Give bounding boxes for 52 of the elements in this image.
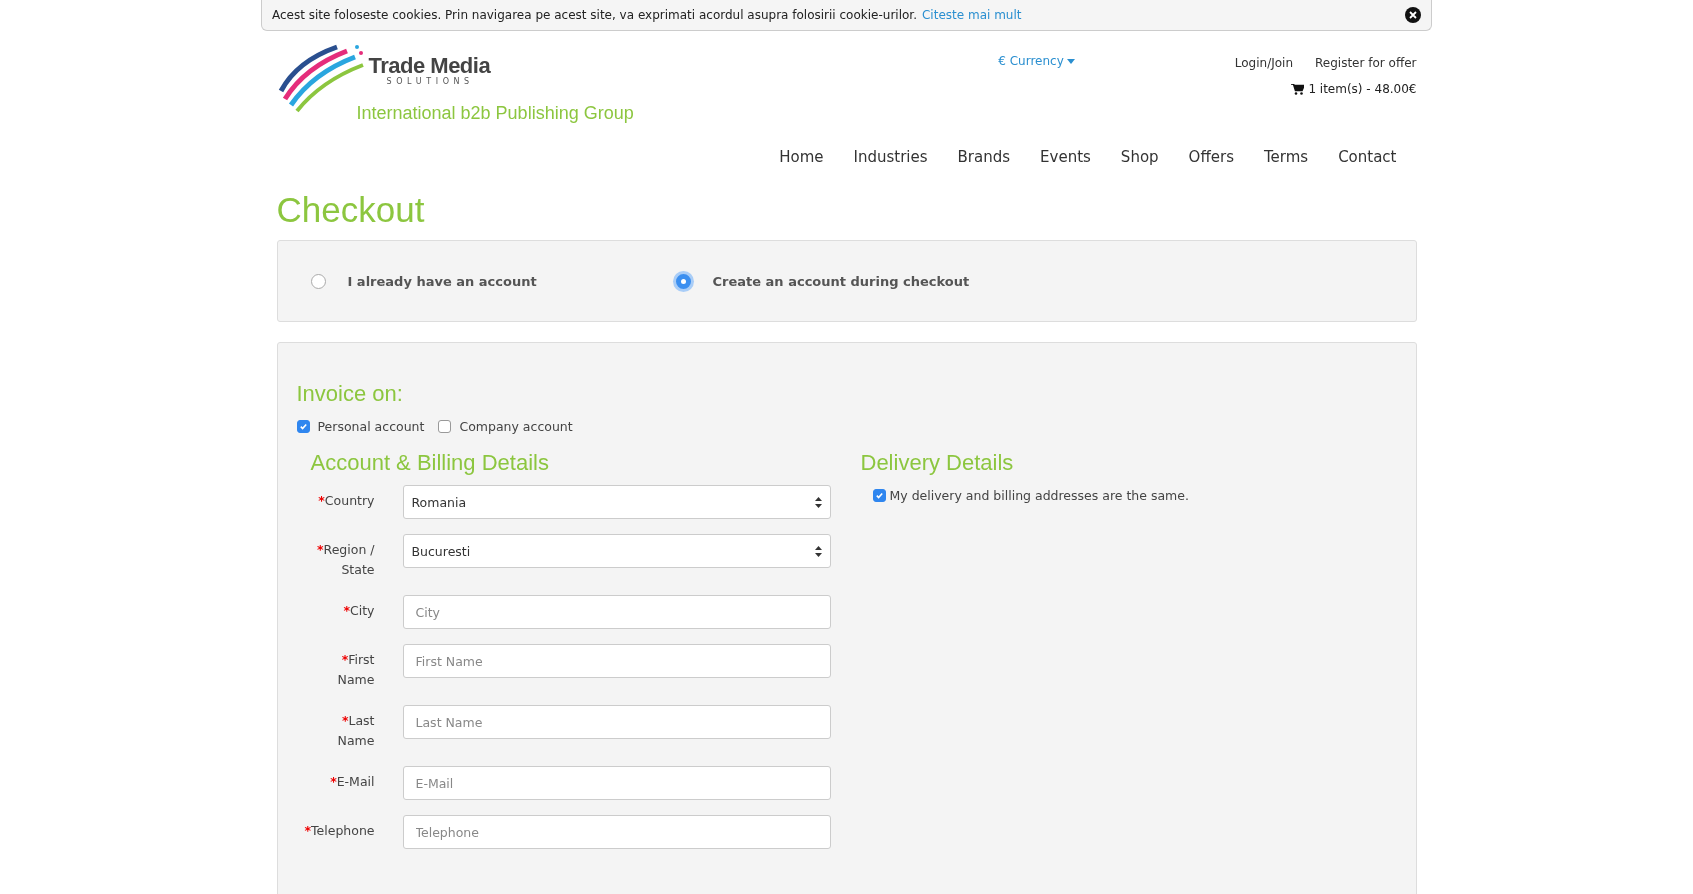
checkbox-label: My delivery and billing addresses are the same. xyxy=(889,488,1189,503)
nav-link[interactable]: Contact xyxy=(1338,148,1397,166)
field-label: *Telephone xyxy=(304,822,375,840)
updown-arrows-icon xyxy=(814,545,822,557)
header-link[interactable]: Login/Join xyxy=(1234,56,1294,70)
caret-icon xyxy=(1066,58,1075,64)
text-field[interactable]: City xyxy=(402,595,831,629)
field-label: *Last Name xyxy=(336,712,375,750)
nav-link[interactable]: Industries xyxy=(853,148,928,166)
currency-dropdown[interactable]: € Currency xyxy=(998,53,1075,69)
checkbox-label: Company account xyxy=(459,419,573,434)
text-field[interactable]: E-Mail xyxy=(402,766,831,800)
nav-link[interactable]: Home xyxy=(779,148,824,166)
checkbox[interactable] xyxy=(872,489,886,502)
logo-tagline: International b2b Publishing Group xyxy=(356,103,635,124)
cookie-message: Acest site foloseste cookies. Prin navigarea pe acest site, va exprimati acordul asupra folosirii cookie-urilor. xyxy=(272,8,917,22)
text-field[interactable]: Last Name xyxy=(402,705,831,739)
checkmark-icon xyxy=(874,491,884,500)
cart-link[interactable]: 1 item(s) - 48.00€ xyxy=(1291,82,1417,96)
close-icon xyxy=(1409,11,1417,19)
nav-link[interactable]: Terms xyxy=(1263,148,1309,166)
updown-arrows-icon xyxy=(814,496,822,508)
radio-button[interactable] xyxy=(310,273,326,289)
logo-subtitle: SOLUTIONS xyxy=(386,77,475,86)
select-field[interactable]: Bucuresti xyxy=(402,534,831,568)
radio-button[interactable] xyxy=(675,273,691,289)
checkmark-icon xyxy=(298,422,308,431)
text-field[interactable]: First Name xyxy=(402,644,831,678)
close-button[interactable] xyxy=(1405,7,1421,23)
radio-label: I already have an account xyxy=(347,273,537,289)
section-title: Invoice on: xyxy=(296,381,404,407)
section-title: Account & Billing Details xyxy=(310,450,550,476)
field-label: *Region / State xyxy=(315,541,375,579)
nav-link[interactable]: Brands xyxy=(957,148,1011,166)
nav-link[interactable]: Offers xyxy=(1188,148,1234,166)
field-label: *Country xyxy=(318,492,375,510)
logo-name: Trade Media xyxy=(368,55,491,77)
field-label: *First Name xyxy=(336,651,375,689)
cart-icon xyxy=(1291,83,1305,95)
header-link[interactable]: Register for offer xyxy=(1315,56,1417,70)
field-label: *E-Mail xyxy=(330,773,375,791)
checkbox[interactable] xyxy=(296,420,310,433)
page-title: Checkout xyxy=(276,190,426,230)
checkbox-label: Personal account xyxy=(317,419,425,434)
radio-label: Create an account during checkout xyxy=(712,273,970,289)
section-title: Delivery Details xyxy=(860,450,1015,476)
select-field[interactable]: Romania xyxy=(402,485,831,519)
checkbox[interactable] xyxy=(438,420,452,433)
nav-link[interactable]: Shop xyxy=(1120,148,1159,166)
text-field[interactable]: Telephone xyxy=(402,815,831,849)
nav-link[interactable]: Events xyxy=(1040,148,1091,166)
field-label: *City xyxy=(343,602,375,620)
